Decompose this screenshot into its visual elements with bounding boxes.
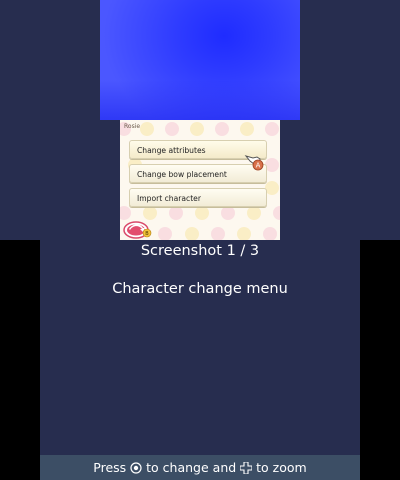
screenshot-counter: Screenshot 1 / 3 [140, 243, 260, 259]
import-character-button[interactable]: Import character [129, 188, 267, 207]
circle-pad-icon [130, 462, 142, 474]
character-name: Rosie [124, 123, 141, 130]
back-button-icon[interactable]: B [122, 219, 152, 239]
top-screen [100, 0, 300, 120]
footer-zoom-text: to zoom [256, 460, 307, 475]
bottom-screen: Rosie Change attributes Change bow place… [120, 120, 280, 240]
footer-hint-bar: Press to change and to zoom [40, 455, 360, 480]
screenshot-description: Character change menu [112, 281, 288, 297]
letterbox-right [360, 240, 400, 480]
back-button-letter: B [145, 231, 149, 237]
cursor-button-letter: A [256, 162, 261, 170]
footer-press-text: Press [93, 460, 127, 475]
pointing-hand-cursor-icon: A [244, 155, 264, 171]
top-screen-fade [100, 80, 300, 120]
letterbox-left [0, 240, 40, 480]
footer-change-text: to change and [146, 460, 237, 475]
dpad-icon [240, 462, 253, 474]
